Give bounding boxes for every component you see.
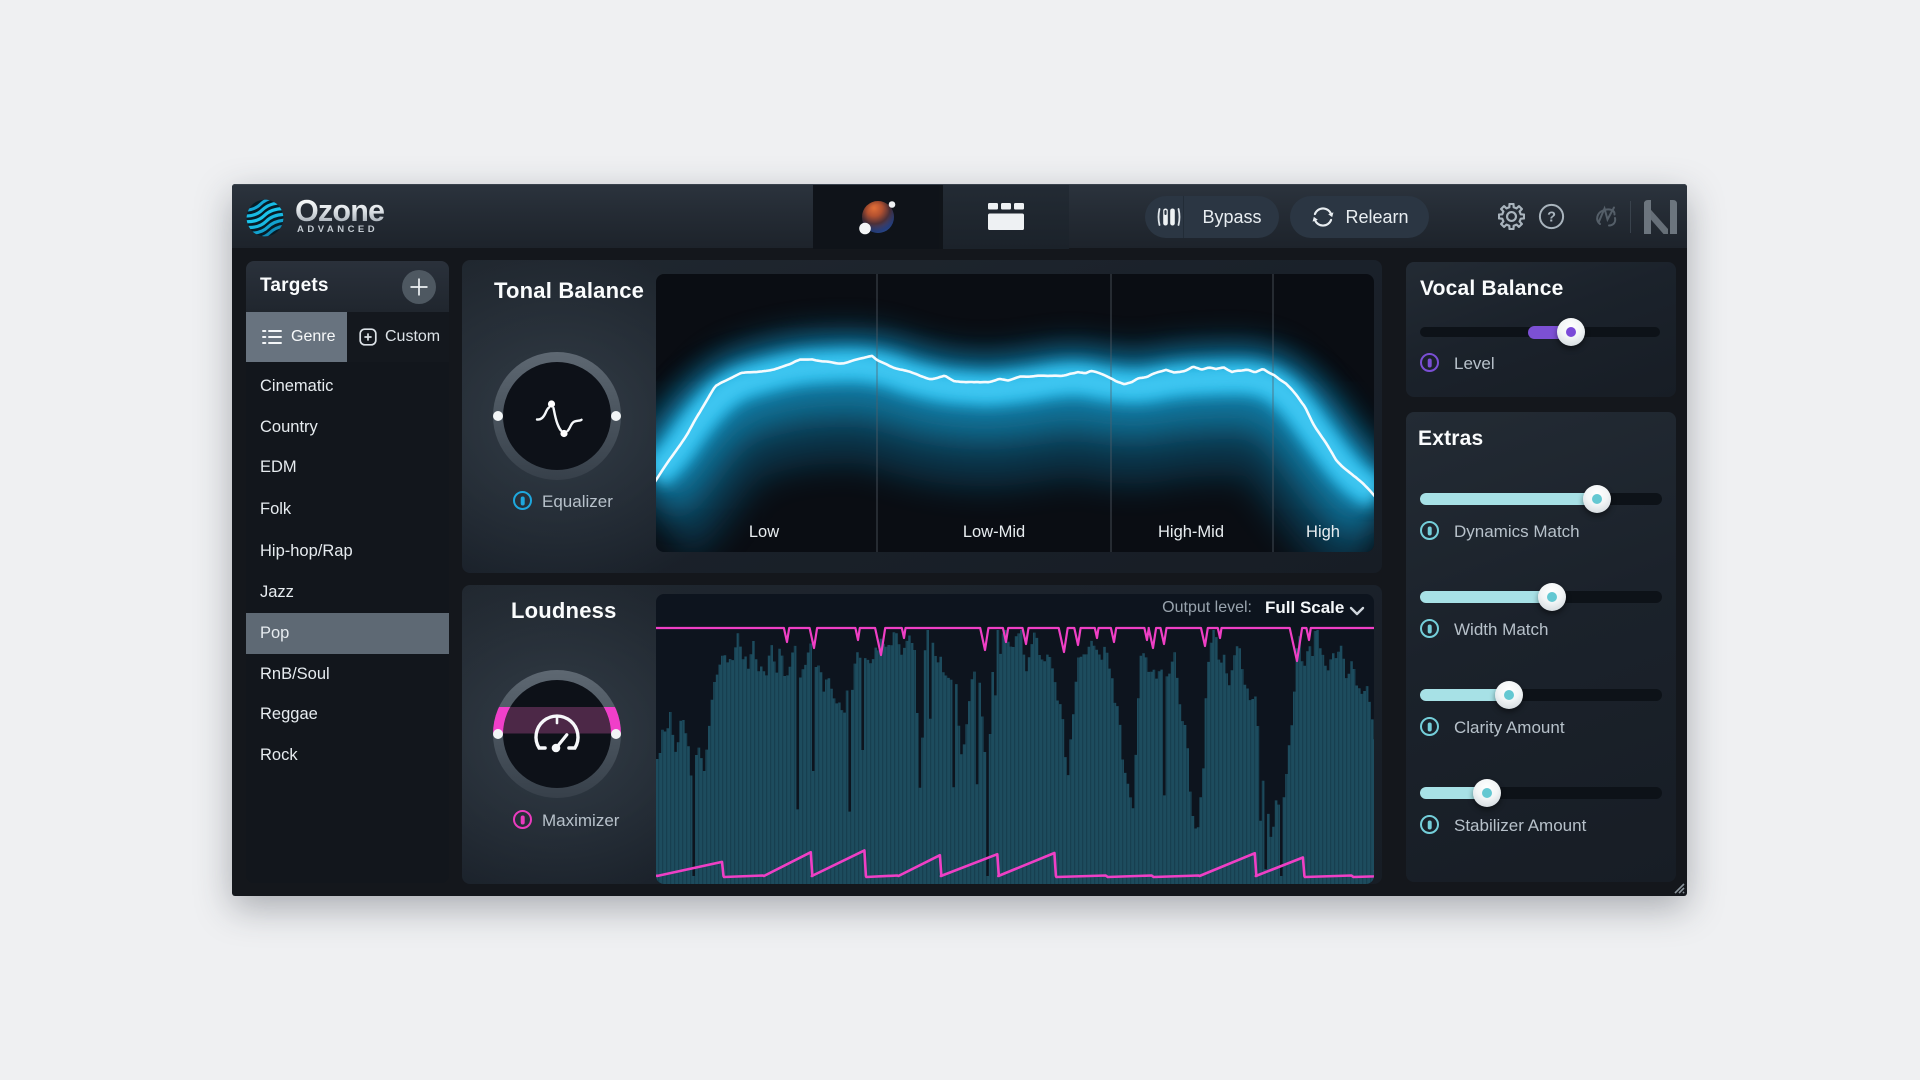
svg-text:High: High	[1306, 523, 1340, 541]
svg-text:High-Mid: High-Mid	[1158, 523, 1224, 541]
svg-text:?: ?	[1547, 210, 1556, 226]
svg-text:Low: Low	[749, 523, 779, 541]
svg-text:Low-Mid: Low-Mid	[963, 523, 1025, 541]
